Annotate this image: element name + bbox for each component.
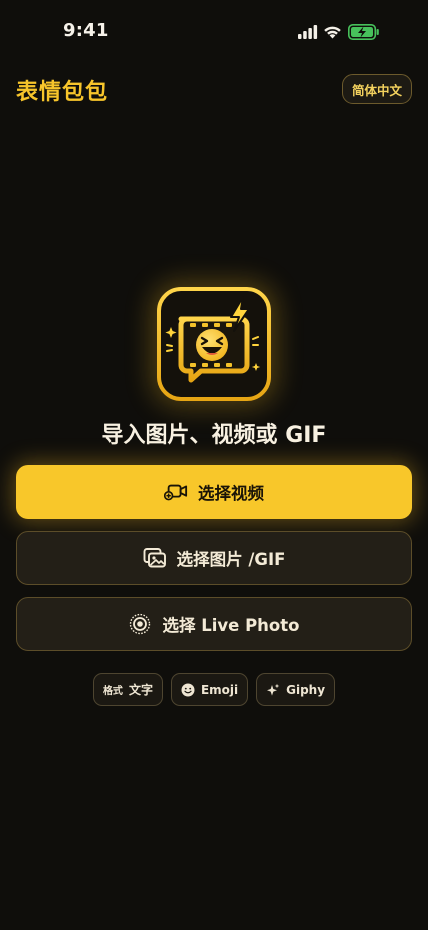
chip-emoji-label: Emoji [200,682,239,697]
chip-format-label: 文字 [128,683,153,697]
language-button[interactable]: 简体中文 [341,74,412,104]
select-video-button[interactable]: 选择视频 [16,465,412,519]
video-add-icon [164,480,188,504]
select-live-label: 选择 Live Photo [162,616,300,635]
status-bar: 9:41 [0,0,428,60]
select-image-label: 选择图片 /GIF [176,550,286,569]
cellular-signal-icon [298,25,318,39]
sparkle-icon [267,683,280,696]
feature-chips: 格式 文字 Emoji Giphy [0,673,428,706]
smiley-icon [181,683,195,696]
chip-text-format[interactable]: 格式 文字 [92,673,163,706]
select-video-label: 选择视频 [198,484,264,503]
battery-charging-icon [348,24,379,40]
chip-emoji[interactable]: Emoji [170,673,249,706]
select-live-photo-button[interactable]: 选择 Live Photo [16,597,412,651]
live-photo-icon [128,612,152,636]
select-image-gif-button[interactable]: 选择图片 /GIF [16,531,412,585]
chip-giphy-label: Giphy [286,682,326,697]
laughing-film-logo-icon [157,287,271,401]
import-headline: 导入图片、视频或 GIF [101,423,327,448]
app-logo [157,287,271,401]
chip-giphy[interactable]: Giphy [256,673,336,706]
status-time: 9:41 [63,20,109,41]
wifi-icon [324,26,341,39]
app-title: 表情包包 [16,80,109,105]
images-icon [143,546,167,570]
chip-format-prefix: 格式 [102,686,123,697]
